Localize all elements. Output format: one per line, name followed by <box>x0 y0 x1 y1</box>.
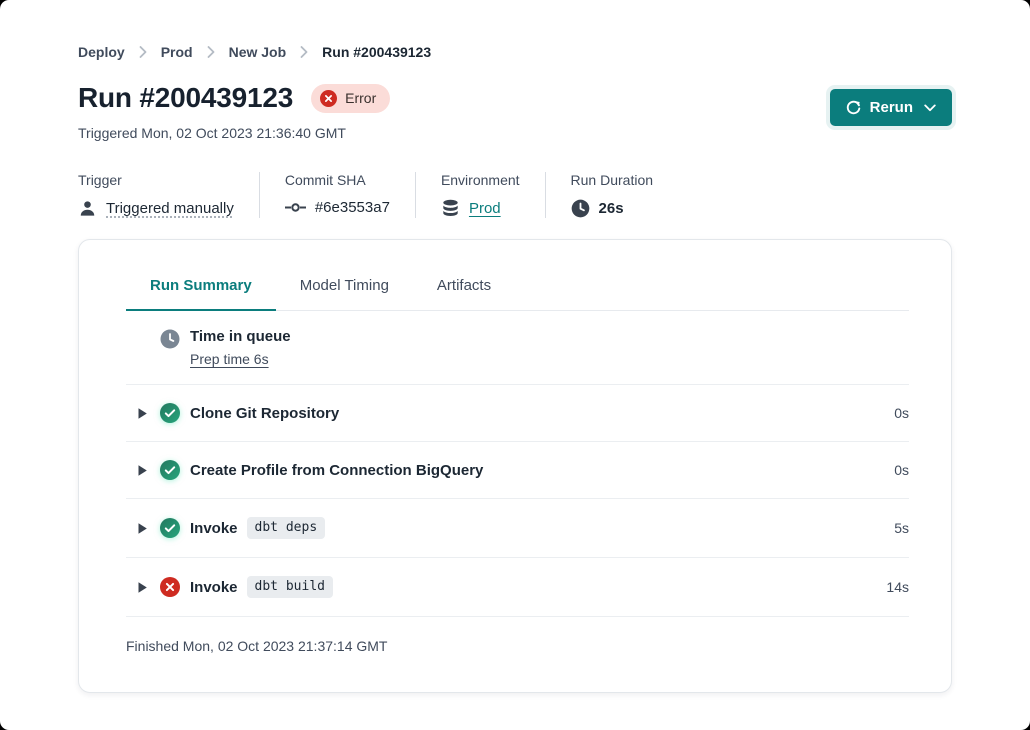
chevron-right-icon <box>207 46 215 58</box>
breadcrumb-deploy[interactable]: Deploy <box>78 44 125 60</box>
check-circle-icon <box>160 460 180 480</box>
step-label: Clone Git Repository <box>190 405 339 422</box>
caret-right-icon[interactable] <box>137 407 148 420</box>
rerun-button-label: Rerun <box>870 99 913 116</box>
x-circle-icon <box>320 90 337 107</box>
check-circle-icon <box>160 518 180 538</box>
step-row-clone-git[interactable]: Clone Git Repository 0s <box>126 385 909 442</box>
step-label: Create Profile from Connection BigQuery <box>190 462 483 479</box>
tab-bar: Run Summary Model Timing Artifacts <box>126 277 909 311</box>
step-duration: 0s <box>894 462 909 478</box>
tab-artifacts[interactable]: Artifacts <box>413 277 515 310</box>
breadcrumb-current-run: Run #200439123 <box>322 44 431 60</box>
command-chip: dbt deps <box>247 517 326 539</box>
meta-trigger-label: Trigger <box>78 172 234 188</box>
status-badge: Error <box>311 84 390 113</box>
chevron-right-icon <box>139 46 147 58</box>
queue-title: Time in queue <box>190 328 291 345</box>
caret-right-icon[interactable] <box>137 581 148 594</box>
step-row-create-profile[interactable]: Create Profile from Connection BigQuery … <box>126 442 909 499</box>
caret-right-icon[interactable] <box>137 522 148 535</box>
run-detail-page: Deploy Prod New Job Run #200439123 Run #… <box>0 0 1030 693</box>
finished-timestamp: Finished Mon, 02 Oct 2023 21:37:14 GMT <box>126 617 909 678</box>
trigger-value[interactable]: Triggered manually <box>106 200 234 217</box>
page-header: Run #200439123 Error Triggered Mon, 02 O… <box>78 82 952 141</box>
meta-trigger: Trigger Triggered manually <box>78 172 260 218</box>
tab-model-timing[interactable]: Model Timing <box>276 277 413 310</box>
step-row-dbt-deps[interactable]: Invoke dbt deps 5s <box>126 499 909 558</box>
run-metadata-row: Trigger Triggered manually Commit SHA #6… <box>78 172 952 218</box>
commit-icon <box>285 201 306 214</box>
clock-icon <box>160 329 180 349</box>
step-label: Invoke <box>190 579 238 596</box>
meta-environment: Environment Prod <box>441 172 546 218</box>
step-duration: 14s <box>886 579 909 595</box>
step-label: Invoke <box>190 520 238 537</box>
step-row-dbt-build[interactable]: Invoke dbt build 14s <box>126 558 909 617</box>
commit-sha-value: #6e3553a7 <box>315 199 390 216</box>
meta-environment-label: Environment <box>441 172 520 188</box>
meta-run-duration: Run Duration 26s <box>571 172 679 218</box>
tab-run-summary[interactable]: Run Summary <box>126 277 276 311</box>
run-summary-card: Run Summary Model Timing Artifacts Time … <box>78 239 952 693</box>
run-duration-value: 26s <box>599 200 624 217</box>
meta-duration-label: Run Duration <box>571 172 654 188</box>
breadcrumb: Deploy Prod New Job Run #200439123 <box>78 44 952 60</box>
caret-right-icon[interactable] <box>137 464 148 477</box>
person-icon <box>78 199 97 218</box>
environment-link[interactable]: Prod <box>469 200 501 217</box>
chevron-right-icon <box>300 46 308 58</box>
breadcrumb-new-job[interactable]: New Job <box>229 44 287 60</box>
chevron-down-icon[interactable] <box>924 104 936 112</box>
meta-commit-sha: Commit SHA #6e3553a7 <box>285 172 416 218</box>
title-block: Run #200439123 Error Triggered Mon, 02 O… <box>78 82 390 141</box>
clock-icon <box>571 199 590 218</box>
command-chip: dbt build <box>247 576 333 598</box>
status-badge-label: Error <box>345 90 376 106</box>
step-duration: 0s <box>894 405 909 421</box>
triggered-timestamp: Triggered Mon, 02 Oct 2023 21:36:40 GMT <box>78 125 390 141</box>
app-window: Deploy Prod New Job Run #200439123 Run #… <box>0 0 1030 730</box>
rerun-button[interactable]: Rerun <box>830 89 952 126</box>
step-duration: 5s <box>894 520 909 536</box>
time-in-queue-row: Time in queue Prep time 6s <box>126 311 909 385</box>
refresh-icon <box>846 100 861 115</box>
breadcrumb-prod[interactable]: Prod <box>161 44 193 60</box>
check-circle-icon <box>160 403 180 423</box>
page-title: Run #200439123 <box>78 82 293 114</box>
database-icon <box>441 199 460 218</box>
meta-commit-label: Commit SHA <box>285 172 390 188</box>
x-circle-icon <box>160 577 180 597</box>
prep-time-link[interactable]: Prep time 6s <box>190 351 269 367</box>
